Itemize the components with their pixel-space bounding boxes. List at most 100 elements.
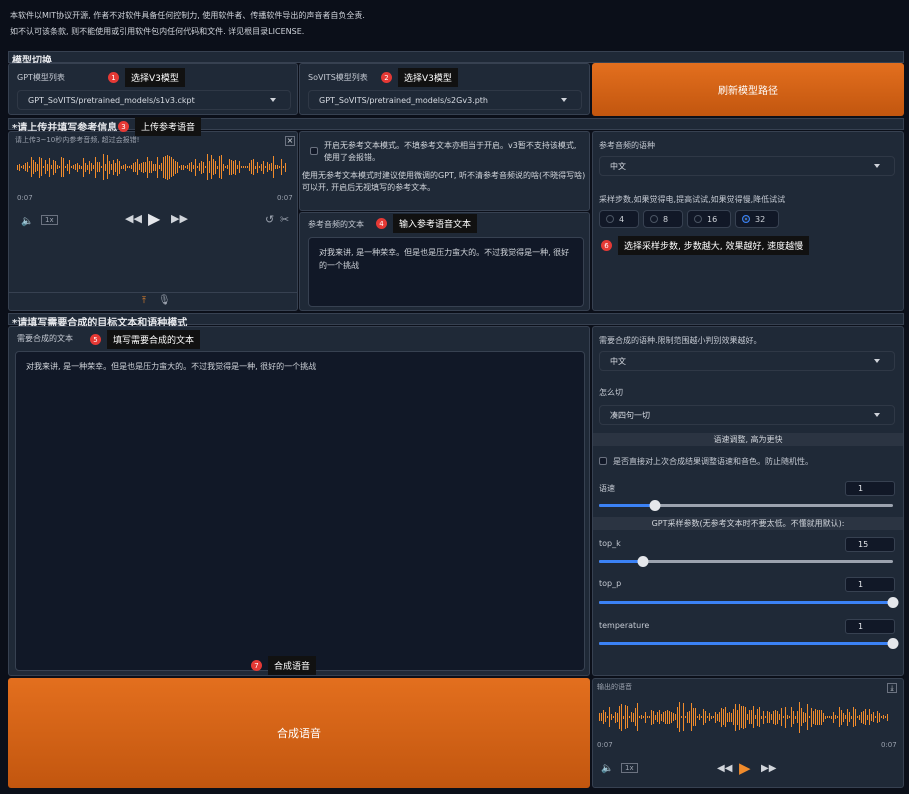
waveform-bar <box>49 157 50 177</box>
temperature-label: temperature <box>599 621 650 630</box>
waveform-bar <box>57 165 58 169</box>
topp-label: top_p <box>599 579 622 588</box>
topp-number-input[interactable]: 1 <box>845 577 895 592</box>
upload-icon[interactable]: ⤒ <box>142 296 146 306</box>
waveform-bar <box>657 712 658 722</box>
waveform-bar <box>157 156 158 178</box>
annotation-badge: 3 <box>118 121 129 132</box>
waveform-bar <box>609 707 610 727</box>
waveform-bar <box>679 702 680 732</box>
waveform-bar <box>271 163 272 171</box>
cut-method-select[interactable]: 凑四句一切 <box>599 405 895 425</box>
ref-audio-label: 请上传3~10秒内参考音频, 超过会报错! <box>15 136 140 144</box>
waveform-bar <box>849 712 850 722</box>
waveform-bar <box>619 705 620 729</box>
undo-icon[interactable]: ↺ <box>265 213 274 226</box>
forward-icon[interactable]: ▶▶ <box>761 763 776 774</box>
scissors-icon[interactable]: ✂ <box>280 213 289 226</box>
target-lang-value: 中文 <box>610 356 626 366</box>
waveform-bar <box>635 708 636 726</box>
steps-radio-4[interactable]: 4 <box>599 210 639 228</box>
temperature-slider-thumb[interactable] <box>887 638 899 649</box>
waveform-bar <box>739 704 740 730</box>
play-icon[interactable]: ▶ <box>739 759 751 777</box>
no-ref-mode-checkbox[interactable] <box>310 147 318 155</box>
volume-icon[interactable]: 🔈 <box>21 216 33 227</box>
topk-number-input[interactable]: 15 <box>845 537 895 552</box>
topk-slider[interactable] <box>599 556 893 567</box>
license-notice-line1: 本软件以MIT协议开源, 作者不对软件具备任何控制力, 使用软件者、传播软件导出… <box>10 11 365 20</box>
microphone-icon[interactable]: 🎙 <box>158 295 171 306</box>
download-icon[interactable]: ⤓ <box>887 683 897 693</box>
forward-icon[interactable]: ▶▶ <box>171 212 188 225</box>
waveform-bar <box>99 162 100 172</box>
waveform-bar <box>221 155 222 179</box>
synthesize-button[interactable]: 合成语音 <box>8 678 590 788</box>
ref-audio-waveform[interactable] <box>17 152 293 182</box>
waveform-bar <box>827 716 828 718</box>
topk-slider-thumb[interactable] <box>637 556 649 567</box>
waveform-bar <box>131 165 132 169</box>
waveform-bar <box>809 716 810 718</box>
waveform-bar <box>801 708 802 726</box>
waveform-bar <box>61 157 62 177</box>
waveform-bar <box>673 713 674 721</box>
speed-number-input[interactable]: 1 <box>845 481 895 496</box>
output-audio-waveform[interactable] <box>599 699 895 735</box>
waveform-bar <box>165 155 166 179</box>
waveform-bar <box>671 711 672 723</box>
annotation-text: 输入参考语音文本 <box>393 214 478 233</box>
radio-icon <box>606 215 614 223</box>
waveform-bar <box>629 716 630 718</box>
waveform-bar <box>721 707 722 727</box>
ref-audio-panel[interactable]: 请上传3~10秒内参考音频, 超过会报错! × 0:07 0:07 🔈 1x ◀… <box>8 131 298 311</box>
waveform-bar <box>189 163 190 171</box>
waveform-bar <box>703 709 704 725</box>
output-speed-button[interactable]: 1x <box>621 763 638 773</box>
waveform-bar <box>123 165 124 169</box>
waveform-bar <box>71 166 72 168</box>
ref-lang-select[interactable]: 中文 <box>599 156 895 176</box>
output-audio-panel[interactable]: 输出的语音 ⤓ 0:07 0:07 🔈 1x ◀◀ ▶ ▶▶ <box>592 678 904 788</box>
waveform-bar <box>851 715 852 719</box>
playback-speed-button[interactable]: 1x <box>41 215 58 225</box>
refresh-models-button[interactable]: 刷新模型路径 <box>592 63 904 116</box>
steps-radio-16[interactable]: 16 <box>687 210 731 228</box>
volume-icon[interactable]: 🔈 <box>601 763 613 774</box>
temperature-slider[interactable] <box>599 638 899 649</box>
waveform-bar <box>275 165 276 169</box>
rewind-icon[interactable]: ◀◀ <box>717 763 732 774</box>
target-text-input[interactable]: 对我来讲, 是一种荣幸。但是也是压力蛮大的。不过我觉得是一种, 很好的一个挑战 <box>15 351 585 671</box>
sovits-model-select[interactable]: GPT_SoVITS/pretrained_models/s2Gv3.pth <box>308 90 582 110</box>
speed-slider-thumb[interactable] <box>649 500 661 511</box>
topp-slider[interactable] <box>599 597 899 608</box>
waveform-bar <box>105 163 106 171</box>
waveform-bar <box>697 716 698 718</box>
temperature-number-input[interactable]: 1 <box>845 619 895 634</box>
target-params-panel: 需要合成的语种.限制范围越小判别效果越好。 中文 怎么切 凑四句一切 语速调整,… <box>592 326 904 676</box>
resynth-label: 是否直接对上次合成结果调整语速和音色。防止随机性。 <box>613 457 813 466</box>
waveform-bar <box>771 714 772 720</box>
waveform-bar <box>283 166 284 168</box>
rewind-icon[interactable]: ◀◀ <box>125 212 142 225</box>
waveform-bar <box>795 715 796 719</box>
waveform-bar <box>805 712 806 722</box>
play-icon[interactable]: ▶ <box>148 209 160 228</box>
waveform-bar <box>267 162 268 172</box>
waveform-bar <box>873 712 874 722</box>
target-lang-select[interactable]: 中文 <box>599 351 895 371</box>
gpt-model-select[interactable]: GPT_SoVITS/pretrained_models/s1v3.ckpt <box>17 90 291 110</box>
waveform-bar <box>745 706 746 728</box>
waveform-bar <box>603 710 604 724</box>
resynth-checkbox[interactable] <box>599 457 607 465</box>
waveform-bar <box>27 162 28 172</box>
speed-slider[interactable] <box>599 500 893 511</box>
steps-radio-32[interactable]: 32 <box>735 210 779 228</box>
waveform-bar <box>249 163 250 171</box>
topp-slider-thumb[interactable] <box>887 597 899 608</box>
close-icon[interactable]: × <box>285 136 295 146</box>
ref-text-input[interactable]: 对我来讲, 是一种荣幸。但是也是压力蛮大的。不过我觉得是一种, 很好的一个挑战 <box>308 237 584 307</box>
steps-radio-8[interactable]: 8 <box>643 210 683 228</box>
waveform-bar <box>77 162 78 172</box>
waveform-bar <box>93 165 94 169</box>
